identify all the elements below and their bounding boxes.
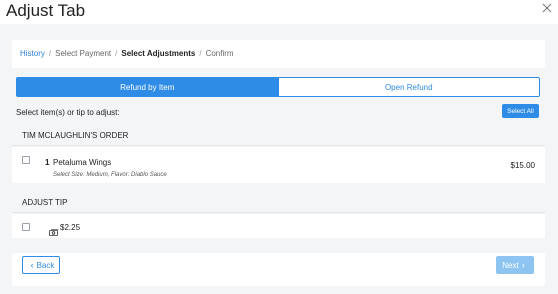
breadcrumb-separator: / bbox=[199, 49, 202, 58]
breadcrumb-history[interactable]: History bbox=[20, 49, 45, 58]
breadcrumb-select-adjustments: Select Adjustments bbox=[121, 49, 196, 58]
breadcrumb-separator: / bbox=[48, 49, 52, 58]
modal-body: History / Select Payment / Select Adjustment… bbox=[0, 24, 558, 294]
back-label: Back bbox=[36, 260, 55, 270]
refund-mode-tabs: Refund by Item Open Refund bbox=[16, 77, 540, 97]
tip-amount: $2.25 bbox=[60, 223, 81, 232]
back-button[interactable]: ‹ Back bbox=[22, 256, 60, 274]
tip-group-header: ADJUST TIP bbox=[12, 191, 545, 213]
item-modifiers: Select Size: Medium, Flavor: Diablo Sauc… bbox=[53, 172, 167, 178]
tab-open-refund[interactable]: Open Refund bbox=[278, 77, 540, 97]
chevron-right-icon: › bbox=[521, 259, 525, 270]
item-price: $15.00 bbox=[510, 161, 535, 170]
next-label: Next bbox=[502, 260, 519, 270]
tip-checkbox[interactable] bbox=[22, 223, 30, 231]
list-item: 1 Petaluma Wings Select Size: Medium, Fl… bbox=[12, 147, 545, 183]
item-checkbox[interactable] bbox=[22, 156, 30, 164]
order-group-header: TIM MCLAUGHLIN'S ORDER bbox=[12, 124, 545, 146]
breadcrumb-confirm: Confirm bbox=[205, 49, 234, 58]
item-name: Petaluma Wings bbox=[53, 158, 112, 167]
breadcrumb: History / Select Payment / Select Adjustment… bbox=[20, 49, 234, 58]
select-all-button[interactable]: Select All bbox=[502, 104, 539, 118]
tip-header-label: ADJUST TIP bbox=[22, 198, 68, 207]
select-instructions: Select item(s) or tip to adjust: bbox=[16, 108, 120, 117]
order-header-label: TIM MCLAUGHLIN'S ORDER bbox=[22, 131, 129, 140]
breadcrumb-separator: / bbox=[115, 49, 118, 58]
modal-header: Adjust Tab bbox=[0, 0, 558, 24]
tip-row: $2.25 bbox=[12, 214, 545, 238]
cash-icon bbox=[49, 224, 59, 236]
modal-footer: ‹ Back Next › bbox=[12, 253, 545, 286]
chevron-left-icon: ‹ bbox=[30, 259, 34, 270]
breadcrumb-select-payment: Select Payment bbox=[55, 49, 112, 58]
item-quantity: 1 bbox=[45, 158, 50, 167]
tab-refund-by-item[interactable]: Refund by Item bbox=[16, 77, 279, 97]
modal-title: Adjust Tab bbox=[6, 1, 86, 20]
breadcrumb-card: History / Select Payment / Select Adjustment… bbox=[12, 40, 545, 68]
next-button[interactable]: Next › bbox=[496, 256, 534, 274]
close-icon[interactable] bbox=[541, 1, 553, 13]
